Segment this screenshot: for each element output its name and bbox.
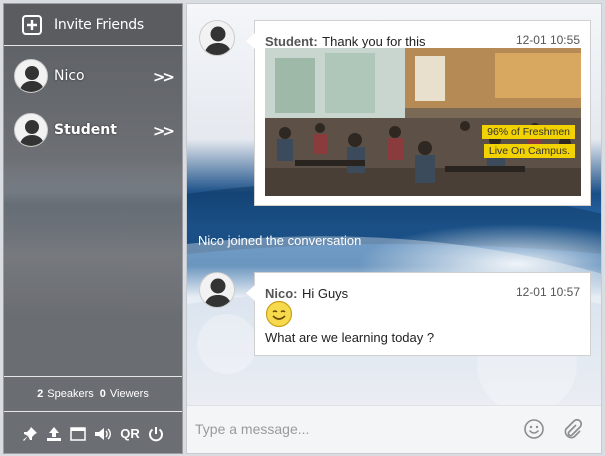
avatar [14,113,48,147]
avatar [14,59,48,93]
participant-counts: 2 Speakers 0 Viewers [4,376,182,412]
image-caption-line: Live On Campus. [483,144,575,158]
invite-friends-button[interactable]: Invite Friends [4,4,182,46]
avatar [199,272,235,308]
message-time: 12-01 10:55 [515,33,580,47]
emoji-icon[interactable] [523,418,545,445]
system-message: Nico joined the conversation [198,233,362,248]
message-bubble: Student: Thank you for this 12-01 10:55 [246,20,591,206]
attach-icon[interactable] [561,418,583,445]
message-text: What are we learning today ? [265,330,435,345]
chevron-right-icon[interactable]: >> [153,68,175,86]
message-text: Thank you for this [322,34,426,49]
plus-icon [22,14,42,35]
window-icon[interactable] [70,426,86,442]
message-time: 12-01 10:57 [515,285,580,299]
sidebar-toolbar: QR [4,412,182,455]
speakers-count: 2 [37,388,44,400]
volume-icon[interactable] [94,426,112,442]
viewers-count: 0 [99,388,106,400]
sidebar-background-band [4,164,182,254]
user-name: Nico [54,68,85,84]
message-composer [187,405,601,453]
user-item-nico[interactable]: Nico >> [4,56,182,96]
avatar [199,20,235,56]
message-text: Hi Guys [301,286,349,301]
qr-icon[interactable]: QR [120,426,140,441]
message-bubble: Nico: Hi Guys 12-01 10:57 What are we le… [246,272,591,356]
user-item-student[interactable]: Student >> [4,110,182,150]
image-caption-line: 96% of Freshmen [482,125,575,139]
cafeteria-photo [265,48,581,196]
power-icon[interactable] [148,426,164,442]
user-name: Student [54,122,117,138]
smiley-icon [265,300,293,333]
invite-friends-label: Invite Friends [54,16,144,33]
message-sender: Student: [265,34,318,49]
pin-icon[interactable] [22,426,38,442]
message-input[interactable] [195,416,495,442]
chat-panel: Student: Thank you for this 12-01 10:55 [186,3,602,454]
message-sender: Nico: [265,286,298,301]
sidebar: Invite Friends Nico >> Student >> 2 Spea… [3,3,183,454]
message-image[interactable]: 96% of Freshmen Live On Campus. [265,48,581,196]
speakers-label: Speakers [47,388,94,400]
viewers-label: Viewers [109,388,149,400]
upload-icon[interactable] [46,426,62,442]
chevron-right-icon[interactable]: >> [153,122,175,140]
